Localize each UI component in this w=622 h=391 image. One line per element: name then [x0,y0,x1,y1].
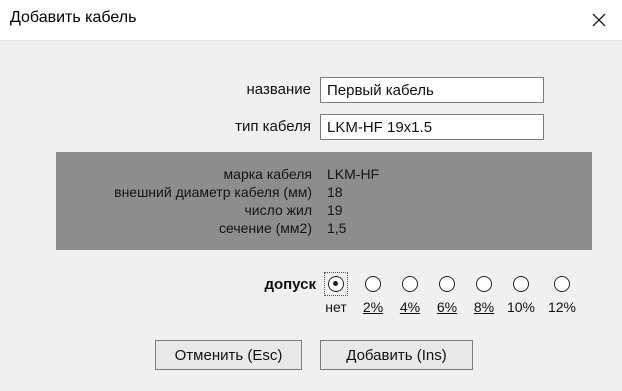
tolerance-option-none[interactable]: нет [318,272,354,326]
cable-type-label: тип кабеля [235,118,311,135]
radio-button[interactable] [365,276,381,292]
radio-label: 4% [399,299,421,315]
radio-button[interactable] [439,276,455,292]
info-row-diameter: внешний диаметр кабеля (мм) 18 [56,184,592,202]
radio-button[interactable] [402,276,418,292]
name-input[interactable] [320,77,544,103]
radio-label: 2% [362,299,384,315]
tolerance-label: допуск [264,276,316,293]
tolerance-option-8[interactable]: 8% [466,276,502,326]
info-value: LKM-HF [327,166,380,182]
title-bar: Добавить кабель [0,0,622,41]
info-row-cores: число жил 19 [56,202,592,220]
radio-button[interactable] [328,276,344,292]
tolerance-option-10[interactable]: 10% [503,276,539,326]
info-key: сечение (мм2) [219,220,312,236]
cable-info-panel: марка кабеля LKM-HF внешний диаметр кабе… [56,152,592,250]
info-value: 1,5 [327,220,347,236]
tolerance-option-4[interactable]: 4% [392,276,428,326]
radio-button[interactable] [476,276,492,292]
close-button[interactable] [576,0,622,40]
cable-type-input[interactable] [320,114,544,140]
tolerance-option-12[interactable]: 12% [544,276,580,326]
window-title: Добавить кабель [10,9,137,26]
radio-label: 10% [506,299,536,315]
tolerance-option-6[interactable]: 6% [429,276,465,326]
info-row-brand: марка кабеля LKM-HF [56,166,592,184]
close-icon [592,13,606,27]
info-value: 18 [327,184,343,200]
radio-button[interactable] [513,276,529,292]
info-row-section: сечение (мм2) 1,5 [56,220,592,238]
info-key: марка кабеля [223,166,312,182]
radio-label: 8% [473,299,495,315]
radio-label: нет [325,299,347,315]
radio-dot [333,281,338,286]
info-value: 19 [327,202,343,218]
tolerance-option-2[interactable]: 2% [355,276,391,326]
name-label: название [246,81,311,98]
radio-label: 6% [436,299,458,315]
radio-label: 12% [547,299,577,315]
radio-button[interactable] [554,276,570,292]
info-key: внешний диаметр кабеля (мм) [114,184,312,200]
add-button[interactable]: Добавить (Ins) [320,340,473,370]
cancel-button[interactable]: Отменить (Esc) [155,340,302,370]
info-key: число жил [244,202,312,218]
